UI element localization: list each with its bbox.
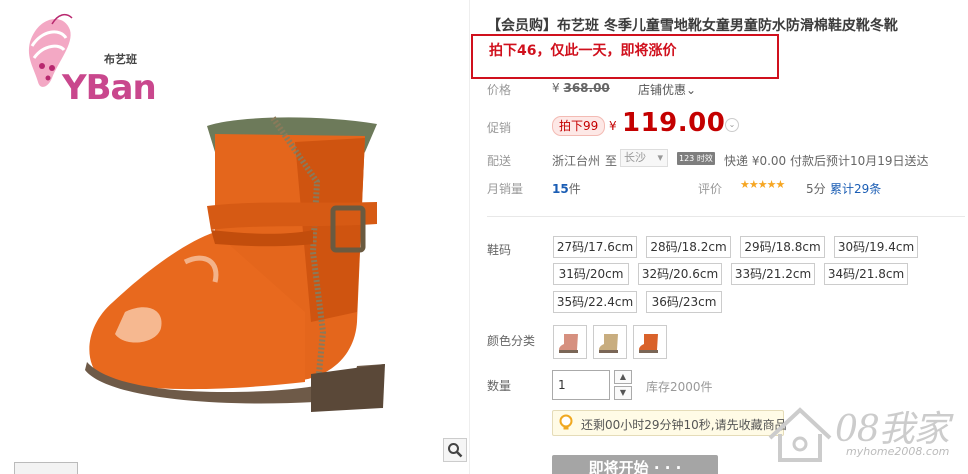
lightbulb-icon [559, 414, 573, 430]
house-logo-icon [768, 407, 832, 462]
size-option[interactable]: 33码/21.2cm [731, 263, 815, 285]
promo-highlight-box: 拍下46，仅此一天，即将涨价 [471, 34, 779, 79]
price-label: 价格 [487, 83, 512, 97]
delivery-label: 配送 [487, 154, 512, 168]
color-label: 颜色分类 [487, 334, 536, 348]
product-title: 【会员购】布艺班 冬季儿童雪地靴女童男童防水防滑棉鞋皮靴冬靴 [487, 18, 898, 34]
chevron-down-icon: ⌄ [686, 83, 697, 97]
sale-badge: 拍下99 [552, 116, 606, 136]
size-option[interactable]: 36码/23cm [646, 291, 722, 313]
store-discount-label: 店铺优惠 [638, 83, 687, 97]
original-price: ¥ 368.00 [552, 81, 610, 95]
rating-stars: ★★★★★ [740, 178, 785, 191]
city-select-value: 长沙 [624, 151, 646, 164]
size-option[interactable]: 35码/22.4cm [553, 291, 637, 313]
original-price-value: 368.00 [563, 81, 610, 95]
watermark-url: myhome2008.com [846, 445, 950, 458]
quantity-input[interactable]: 1 [552, 370, 610, 400]
monthly-sales-label: 月销量 [487, 182, 524, 196]
size-label: 鞋码 [487, 243, 512, 257]
rating-score: 5分 [806, 182, 826, 196]
color-swatch-orange[interactable] [633, 325, 667, 359]
size-option[interactable]: 34码/21.8cm [824, 263, 908, 285]
site-watermark: 08我家 myhome2008.com [760, 398, 965, 470]
rating-total-link[interactable]: 累计29条 [830, 180, 881, 197]
brand-logo-text: YBan [62, 68, 157, 108]
quantity-decrease-button[interactable]: ▼ [614, 386, 632, 400]
swatch-boot-thumbnail [639, 334, 658, 353]
city-select[interactable]: 长沙 ▾ [620, 149, 668, 167]
delivery-express-info: 快递 ¥0.00 付款后预计10月19日送达 [724, 154, 929, 168]
product-photo-boot [85, 116, 385, 412]
size-option[interactable]: 30码/19.4cm [834, 236, 918, 258]
monthly-sales-unit: 件 [568, 182, 581, 196]
size-option[interactable]: 32码/20.6cm [638, 263, 722, 285]
caret-down-icon: ▾ [657, 151, 663, 164]
size-option[interactable]: 31码/20cm [553, 263, 629, 285]
original-price-currency: ¥ [552, 81, 560, 95]
countdown-text: 还剩00小时29分钟10秒,请先收藏商品 [581, 418, 787, 432]
sale-price-currency: ¥ [609, 119, 617, 133]
quantity-label: 数量 [487, 379, 512, 393]
brand-logo: 布艺班 YBan [22, 8, 172, 108]
monthly-sales-value: 15件 [552, 180, 581, 197]
swatch-boot-thumbnail [559, 334, 578, 353]
monthly-sales-count: 15 [552, 182, 569, 196]
swatch-boot-thumbnail [599, 334, 618, 353]
thumbnail-tab[interactable] [14, 462, 78, 474]
zoom-button[interactable] [443, 438, 467, 462]
delivery-to-word: 至 [605, 154, 618, 168]
quantity-increase-button[interactable]: ▲ [614, 370, 632, 384]
section-divider [487, 216, 965, 217]
product-image-panel: 布艺班 YBan [0, 0, 470, 474]
color-swatch-pink[interactable] [553, 325, 587, 359]
delivery-time-badge: 123 时效 [677, 152, 715, 165]
magnifier-icon [448, 443, 463, 458]
delivery-from: 浙江台州 [552, 154, 601, 168]
brand-cn-name: 布艺班 [104, 53, 137, 66]
promo-note: 拍下46，仅此一天，即将涨价 [489, 43, 677, 59]
size-option[interactable]: 28码/18.2cm [646, 236, 731, 258]
stock-text: 库存2000件 [646, 380, 713, 394]
sale-price: 119.00 [622, 108, 726, 138]
color-swatch-beige[interactable] [593, 325, 627, 359]
size-option[interactable]: 27码/17.6cm [553, 236, 637, 258]
sale-label: 促销 [487, 121, 512, 135]
store-discount-dropdown[interactable]: 店铺优惠⌄ [638, 81, 696, 98]
size-option[interactable]: 29码/18.8cm [740, 236, 825, 258]
rating-label: 评价 [698, 182, 723, 196]
countdown-reminder: 还剩00小时29分钟10秒,请先收藏商品 [552, 410, 787, 436]
buy-button[interactable]: 即将开始 · · · [552, 455, 718, 474]
price-expand-toggle[interactable]: ⌄ [725, 118, 739, 132]
